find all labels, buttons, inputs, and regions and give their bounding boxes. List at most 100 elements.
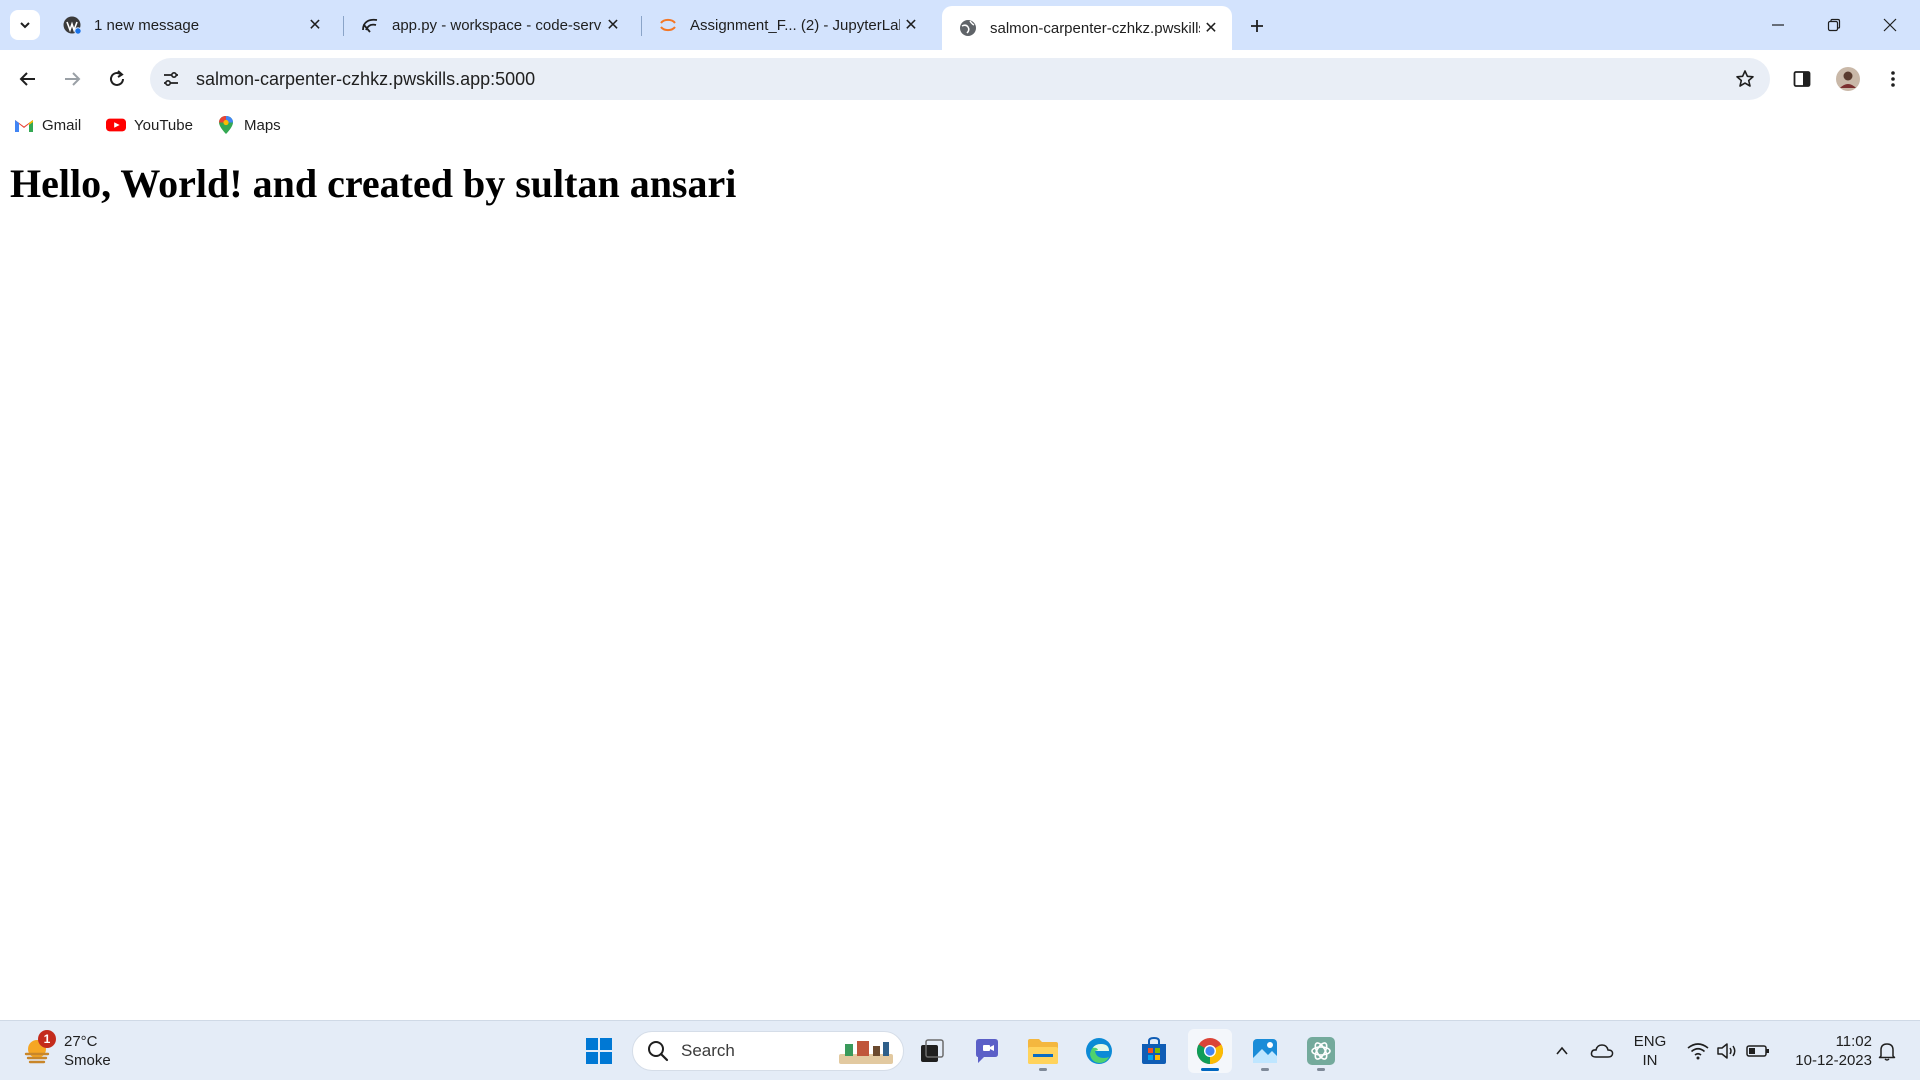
chrome-icon: [1196, 1038, 1224, 1065]
bookmark-label: Maps: [244, 116, 281, 134]
weather-smoke-icon: 1: [22, 1030, 56, 1068]
reload-button[interactable]: [101, 63, 133, 95]
chrome-button[interactable]: [1188, 1029, 1232, 1073]
battery-status[interactable]: [1744, 1035, 1772, 1067]
clock-date: 10-12-2023: [1795, 1052, 1872, 1069]
browser-menu-button[interactable]: [1877, 63, 1909, 95]
youtube-icon: [106, 115, 126, 135]
speaker-icon: [1717, 1043, 1736, 1059]
close-icon[interactable]: ✕: [602, 14, 624, 36]
back-button[interactable]: [12, 63, 44, 95]
bookmark-label: YouTube: [134, 116, 193, 134]
chevron-down-icon: [20, 22, 30, 29]
file-explorer-button[interactable]: [1021, 1029, 1065, 1073]
tab-active-page[interactable]: salmon-carpenter-czhkz.pwskills.app:5000…: [942, 6, 1232, 50]
running-indicator: [1039, 1068, 1047, 1071]
store-icon: [1142, 1036, 1166, 1064]
side-panel-button[interactable]: [1786, 63, 1818, 95]
windows-start-icon: [586, 1038, 612, 1064]
close-icon[interactable]: ✕: [304, 14, 326, 36]
arrow-right-icon: [65, 72, 81, 86]
side-panel-icon: [1793, 71, 1811, 87]
profile-button[interactable]: [1832, 63, 1864, 95]
active-indicator: [1201, 1068, 1219, 1071]
tab-messages[interactable]: 1 new message ✕: [46, 8, 336, 42]
code-server-icon: [360, 15, 380, 35]
jupyter-icon: [658, 15, 678, 35]
edge-button[interactable]: [1077, 1029, 1121, 1073]
arrow-left-icon: [19, 72, 35, 86]
wordpress-icon: [62, 15, 82, 35]
restore-button[interactable]: [1806, 0, 1862, 50]
tab-jupyterlab[interactable]: Assignment_F... (2) - JupyterLab ✕: [642, 8, 932, 42]
running-indicator: [1317, 1068, 1325, 1071]
language-indicator[interactable]: ENG IN: [1628, 1031, 1672, 1071]
running-indicator: [1261, 1068, 1269, 1071]
forward-button[interactable]: [56, 63, 88, 95]
clock[interactable]: 11:02 10-12-2023: [1780, 1031, 1872, 1071]
taskbar-search[interactable]: Search: [632, 1031, 904, 1071]
close-icon: [1883, 18, 1897, 32]
browser-toolbar: salmon-carpenter-czhkz.pwskills.app:5000: [0, 50, 1920, 108]
reload-icon: [110, 70, 124, 86]
minimize-button[interactable]: [1750, 0, 1806, 50]
site-settings-icon[interactable]: [160, 68, 182, 90]
bookmark-label: Gmail: [42, 116, 82, 134]
tab-strip: 1 new message ✕ app.py - workspace - cod…: [0, 0, 1920, 50]
windows-taskbar: 1 27°C Smoke Search ENG IN 11:02 10-12-2…: [0, 1020, 1920, 1080]
close-icon[interactable]: ✕: [1200, 17, 1222, 39]
store-button[interactable]: [1132, 1029, 1176, 1073]
wifi-icon: [1687, 1043, 1709, 1060]
clock-time: 11:02: [1835, 1033, 1872, 1050]
bookmark-star-icon[interactable]: [1734, 68, 1756, 90]
photos-button[interactable]: [1243, 1029, 1287, 1073]
tab-title: Assignment_F... (2) - JupyterLab: [690, 16, 900, 34]
new-tab-button[interactable]: [1243, 12, 1271, 40]
volume-control[interactable]: [1713, 1035, 1741, 1067]
task-view-button[interactable]: [910, 1029, 954, 1073]
bookmark-gmail[interactable]: Gmail: [14, 112, 81, 138]
weather-temperature: 27°C: [64, 1033, 98, 1050]
bookmark-maps[interactable]: Maps: [216, 112, 281, 138]
cloud-icon: [1590, 1044, 1614, 1058]
photos-icon: [1253, 1039, 1277, 1063]
battery-icon: [1746, 1045, 1769, 1057]
notification-badge: 1: [38, 1030, 56, 1048]
tab-title: 1 new message: [94, 16, 200, 34]
tab-title: app.py - workspace - code-server: [392, 16, 602, 34]
tab-title: salmon-carpenter-czhkz.pwskills.app:5000: [990, 19, 1200, 37]
restore-icon: [1827, 18, 1841, 32]
tab-search-button[interactable]: [10, 10, 40, 40]
teams-button[interactable]: [965, 1029, 1009, 1073]
chevron-up-icon: [1556, 1046, 1568, 1055]
chatgpt-icon: [1307, 1037, 1335, 1065]
search-highlight-illustration: [839, 1041, 893, 1064]
tab-code-server[interactable]: app.py - workspace - code-server ✕: [344, 8, 634, 42]
start-button[interactable]: [577, 1029, 621, 1073]
show-hidden-icons-button[interactable]: [1550, 1035, 1574, 1067]
close-icon[interactable]: ✕: [900, 14, 922, 36]
plus-icon: [1251, 20, 1263, 32]
edge-icon: [1086, 1038, 1112, 1064]
weather-condition: Smoke: [64, 1052, 111, 1069]
maps-icon: [216, 115, 236, 135]
page-viewport: Hello, World! and created by sultan ansa…: [0, 142, 1920, 1020]
onedrive-button[interactable]: [1588, 1035, 1616, 1067]
notifications-button[interactable]: [1872, 1035, 1902, 1067]
wifi-status[interactable]: [1684, 1035, 1712, 1067]
chatgpt-button[interactable]: [1299, 1029, 1343, 1073]
avatar: [1836, 67, 1860, 91]
more-vertical-icon: [1891, 71, 1895, 87]
address-bar[interactable]: salmon-carpenter-czhkz.pwskills.app:5000: [150, 58, 1770, 100]
file-explorer-icon: [1028, 1039, 1058, 1064]
search-icon: [645, 1038, 671, 1064]
page-heading: Hello, World! and created by sultan ansa…: [10, 161, 737, 206]
weather-widget[interactable]: 1 27°C Smoke: [22, 1029, 111, 1073]
close-window-button[interactable]: [1862, 0, 1918, 50]
minimize-icon: [1772, 24, 1784, 26]
bookmark-youtube[interactable]: YouTube: [106, 112, 193, 138]
task-view-icon: [921, 1039, 944, 1062]
address-url[interactable]: salmon-carpenter-czhkz.pwskills.app:5000: [196, 69, 535, 90]
globe-icon: [958, 18, 978, 38]
teams-icon: [976, 1039, 998, 1063]
